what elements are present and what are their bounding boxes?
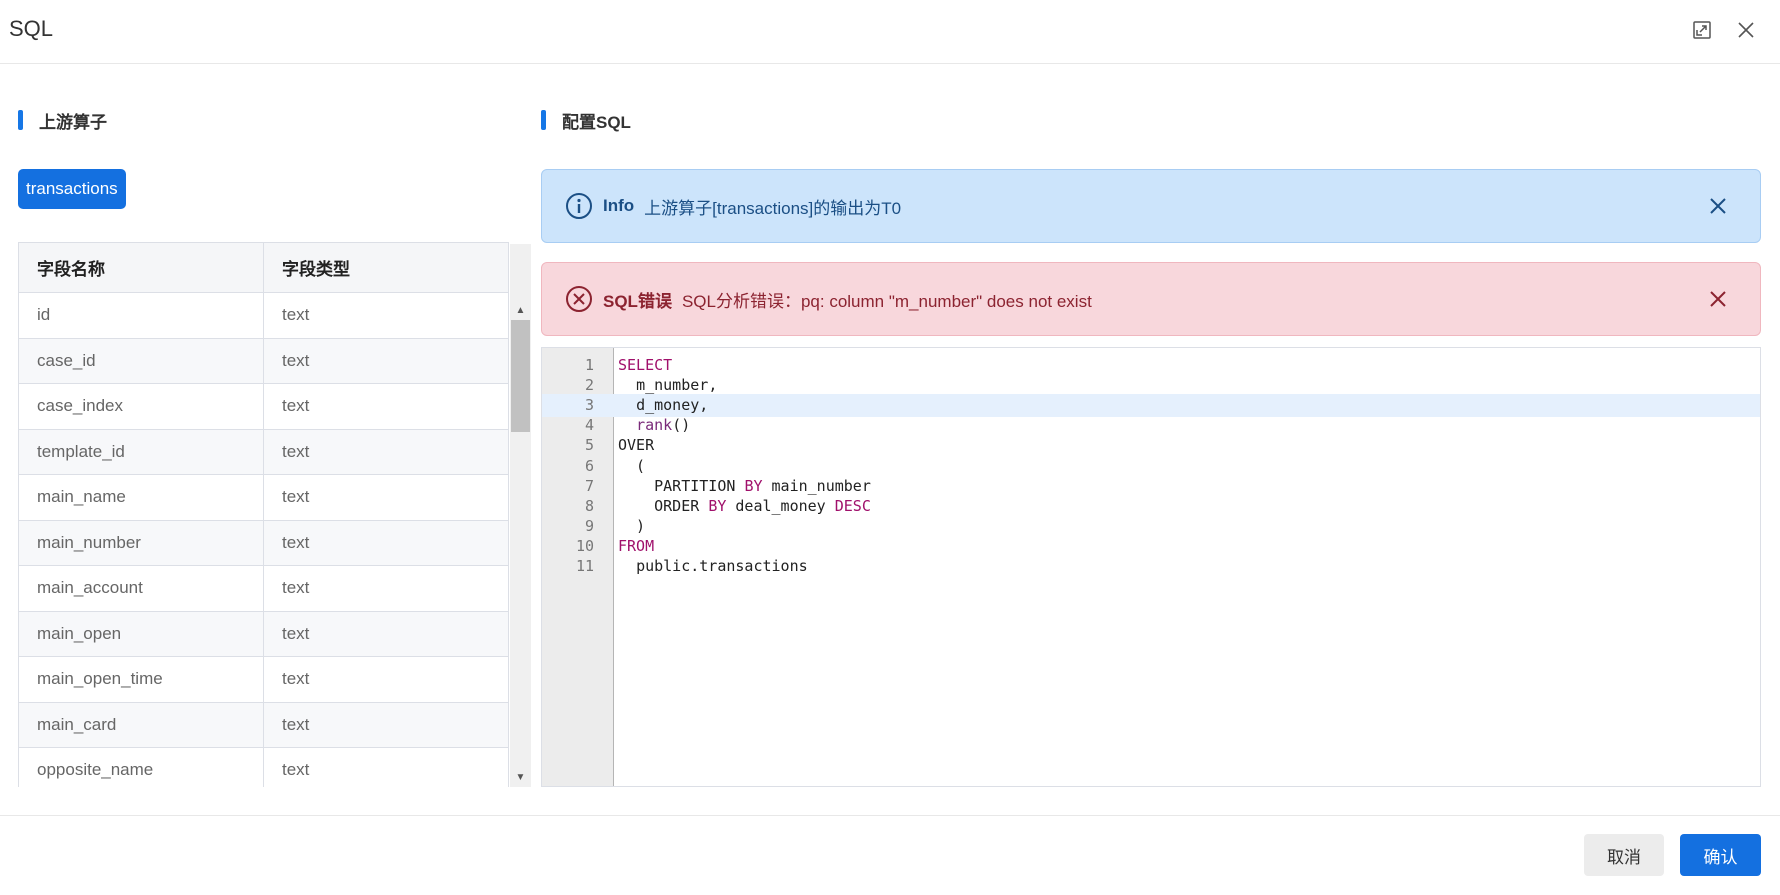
field-name-cell: id (18, 292, 264, 339)
dialog-footer: 取消 确认 (0, 815, 1780, 895)
table-scrollbar[interactable]: ▲ ▼ (510, 244, 531, 787)
dialog-header: SQL (0, 0, 1780, 64)
table-row[interactable]: template_id text (18, 428, 509, 475)
field-type-cell: text (263, 610, 509, 657)
dialog-title: SQL (9, 16, 54, 41)
table-row[interactable]: opposite_name text (18, 747, 509, 787)
table-row[interactable]: case_id text (18, 337, 509, 384)
info-icon (566, 193, 592, 219)
editor-line[interactable]: 11 public.transactions (542, 555, 1760, 578)
field-type-cell: text (263, 565, 509, 612)
cancel-button[interactable]: 取消 (1584, 834, 1664, 876)
info-alert: Info 上游算子[transactions]的输出为T0 (541, 169, 1761, 243)
field-type-cell: text (263, 474, 509, 521)
field-name-cell: case_index (18, 383, 264, 430)
table-row[interactable]: case_index text (18, 383, 509, 430)
field-table-container: 字段名称 字段类型 id text case_id text case_index tex… (18, 242, 531, 787)
field-name-cell: main_name (18, 474, 264, 521)
close-icon[interactable] (1730, 14, 1762, 46)
field-table: 字段名称 字段类型 id text case_id text case_index tex… (18, 242, 509, 787)
confirm-button[interactable]: 确认 (1680, 834, 1761, 876)
info-alert-message: 上游算子[transactions]的输出为T0 (644, 198, 902, 218)
field-name-cell: main_open_time (18, 656, 264, 703)
section-marker (18, 110, 23, 130)
field-name-cell: template_id (18, 428, 264, 475)
field-type-cell: text (263, 383, 509, 430)
field-type-cell: text (263, 701, 509, 748)
table-header-row: 字段名称 字段类型 (18, 242, 509, 293)
sql-editor[interactable]: 1 SELECT 2 m_number, 3 d_money, 4 rank() 5 OVE… (541, 347, 1761, 787)
table-row[interactable]: main_open_time text (18, 656, 509, 703)
table-row[interactable]: main_name text (18, 474, 509, 521)
sql-section-label: 配置SQL (562, 112, 631, 132)
scroll-up-icon[interactable]: ▲ (510, 300, 531, 320)
table-row[interactable]: main_number text (18, 519, 509, 566)
line-number: 11 (575, 557, 594, 575)
field-name-cell: opposite_name (18, 747, 264, 787)
error-alert-close-icon[interactable] (1706, 287, 1730, 311)
field-type-cell: text (263, 292, 509, 339)
field-name-cell: main_number (18, 519, 264, 566)
scrollbar-thumb[interactable] (511, 320, 530, 432)
upstream-section-label: 上游算子 (39, 112, 107, 132)
code-text: public.transactions (636, 557, 808, 575)
field-name-cell: main_open (18, 610, 264, 657)
error-icon (566, 286, 592, 312)
operator-tag-button[interactable]: transactions (18, 169, 126, 209)
maximize-icon[interactable] (1686, 14, 1718, 46)
column-header-field-type: 字段类型 (263, 242, 509, 293)
error-alert-message: SQL分析错误：pq: column "m_number" does not e… (681, 291, 1092, 311)
table-row[interactable]: main_account text (18, 565, 509, 612)
field-name-cell: main_account (18, 565, 264, 612)
error-alert: SQL错误 SQL分析错误：pq: column "m_number" does… (541, 262, 1761, 336)
field-type-cell: text (263, 428, 509, 475)
field-type-cell: text (263, 747, 509, 787)
field-type-cell: text (263, 519, 509, 566)
info-alert-close-icon[interactable] (1706, 194, 1730, 218)
sql-section-title: 配置SQL (541, 108, 631, 132)
table-row[interactable]: id text (18, 292, 509, 339)
info-alert-title: Info (603, 196, 635, 215)
section-marker (541, 110, 546, 130)
error-alert-title: SQL错误 (603, 291, 672, 311)
table-row[interactable]: main_card text (18, 701, 509, 748)
field-type-cell: text (263, 337, 509, 384)
upstream-section-title: 上游算子 (18, 108, 107, 132)
table-row[interactable]: main_open text (18, 610, 509, 657)
field-name-cell: case_id (18, 337, 264, 384)
scroll-down-icon[interactable]: ▼ (510, 767, 531, 787)
field-name-cell: main_card (18, 701, 264, 748)
field-type-cell: text (263, 656, 509, 703)
column-header-field-name: 字段名称 (18, 242, 264, 293)
